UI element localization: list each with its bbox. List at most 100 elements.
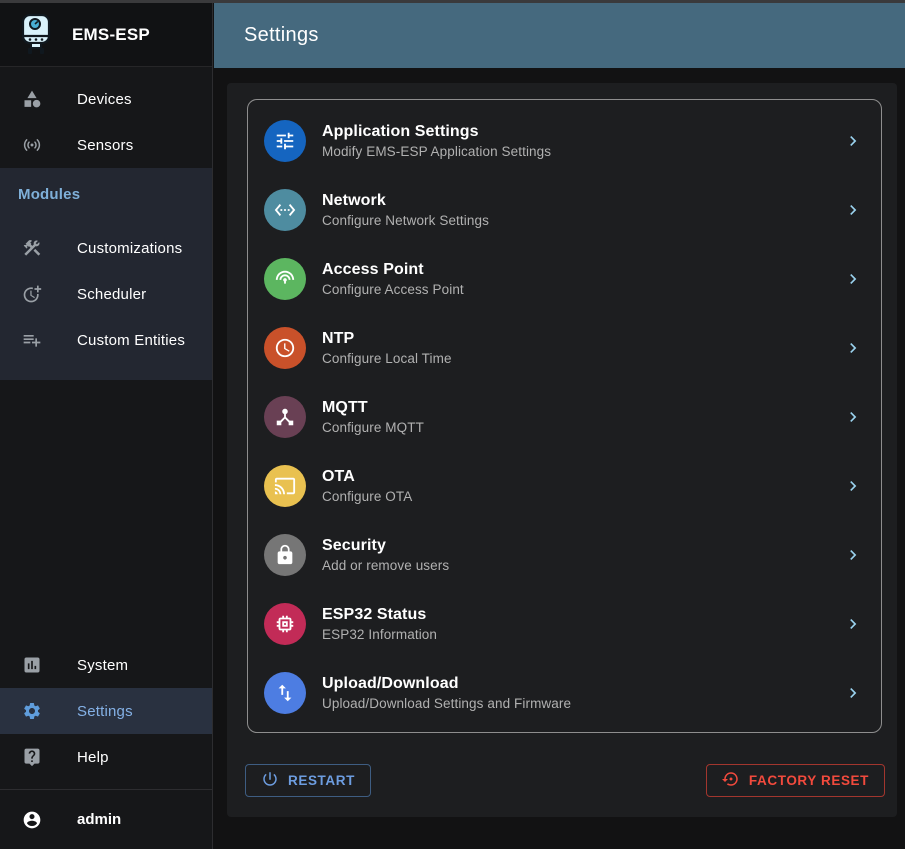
window-top-strip [0,0,905,3]
sidebar-item-label: Devices [77,91,132,108]
sidebar-user[interactable]: admin [0,790,212,849]
sidebar-item-settings[interactable]: Settings [0,688,212,734]
settings-item-ota[interactable]: OTA Configure OTA [248,451,881,520]
wifi-tethering-icon [274,268,296,290]
settings-item-subtitle: Configure MQTT [322,420,843,435]
sidebar-item-customizations[interactable]: Customizations [0,225,212,271]
settings-item-subtitle: Upload/Download Settings and Firmware [322,696,843,711]
sidebar-header: EMS-ESP [0,3,212,67]
settings-item-title: MQTT [322,399,843,417]
account-circle-icon [22,810,42,830]
settings-item-avatar [264,672,306,714]
category-icon [22,89,42,109]
factory-reset-button[interactable]: FACTORY RESET [706,764,885,797]
settings-item-subtitle: Configure Local Time [322,351,843,366]
settings-item-subtitle: Add or remove users [322,558,843,573]
settings-item-access-point[interactable]: Access Point Configure Access Point [248,244,881,313]
settings-item-avatar [264,603,306,645]
chevron-right-icon [843,269,863,289]
chevron-right-icon [843,407,863,427]
settings-item-avatar [264,189,306,231]
settings-item-avatar [264,396,306,438]
settings-item-application-settings[interactable]: Application Settings Modify EMS-ESP Appli… [248,106,881,175]
sidebar-item-label: Custom Entities [77,332,185,349]
sidebar-item-sensors[interactable]: Sensors [0,122,212,168]
settings-panel: Application Settings Modify EMS-ESP Appli… [227,83,897,817]
chevron-right-icon [843,683,863,703]
sidebar-nav-top: Devices Sensors [0,67,212,168]
gear-icon [22,701,42,721]
settings-item-ntp[interactable]: NTP Configure Local Time [248,313,881,382]
settings-item-title: Network [322,192,843,210]
settings-item-title: Access Point [322,261,843,279]
clock-icon [274,337,296,359]
more-time-icon [22,284,42,304]
settings-item-network[interactable]: Network Configure Network Settings [248,175,881,244]
settings-item-subtitle: Configure Network Settings [322,213,843,228]
settings-item-title: OTA [322,468,843,486]
chevron-right-icon [843,545,863,565]
sidebar-item-label: Help [77,749,109,766]
restart-button[interactable]: RESTART [245,764,371,797]
help-bubble-icon [22,747,42,767]
user-label: admin [77,811,121,828]
sensors-icon [22,135,42,155]
actions-row: RESTART FACTORY RESET [245,764,885,797]
sidebar-item-label: Scheduler [77,286,146,303]
bar-chart-icon [22,655,42,675]
cast-icon [274,475,296,497]
sidebar-item-scheduler[interactable]: Scheduler [0,271,212,317]
sidebar-item-label: System [77,657,128,674]
sidebar-item-devices[interactable]: Devices [0,76,212,122]
construction-icon [22,238,42,258]
sidebar-nav-bottom: System Settings Help admin [0,642,212,849]
settings-item-title: ESP32 Status [322,606,843,624]
chevron-right-icon [843,338,863,358]
settings-item-esp32-status[interactable]: ESP32 Status ESP32 Information [248,589,881,658]
chevron-right-icon [843,476,863,496]
chip-icon [274,613,296,635]
chevron-right-icon [843,614,863,634]
sidebar-item-label: Sensors [77,137,133,154]
settings-item-avatar [264,465,306,507]
sidebar-item-custom-entities[interactable]: Custom Entities [0,317,212,363]
sidebar-item-label: Settings [77,703,133,720]
chevron-right-icon [843,200,863,220]
tune-icon [274,130,296,152]
settings-item-title: Upload/Download [322,675,843,693]
settings-item-avatar [264,258,306,300]
settings-item-subtitle: Configure OTA [322,489,843,504]
settings-item-security[interactable]: Security Add or remove users [248,520,881,589]
page-title: Settings [244,24,319,47]
restart-button-label: RESTART [288,773,355,788]
settings-item-subtitle: Configure Access Point [322,282,843,297]
ems-esp-logo-icon [16,12,56,58]
settings-item-title: NTP [322,330,843,348]
factory-reset-button-label: FACTORY RESET [749,773,869,788]
power-icon [261,770,279,788]
settings-item-title: Security [322,537,843,555]
sidebar-modules-section: Modules Customizations Scheduler Custom En… [0,168,212,380]
app-title: EMS-ESP [72,25,150,45]
settings-item-subtitle: Modify EMS-ESP Application Settings [322,144,843,159]
appbar: Settings [214,3,905,68]
settings-item-subtitle: ESP32 Information [322,627,843,642]
settings-item-avatar [264,120,306,162]
sidebar: EMS-ESP Devices Sensors Modules Customiza… [0,3,213,849]
settings-item-upload-download[interactable]: Upload/Download Upload/Download Settings … [248,658,881,727]
settings-item-title: Application Settings [322,123,843,141]
lock-icon [274,544,296,566]
modules-section-label: Modules [0,168,212,225]
sidebar-item-system[interactable]: System [0,642,212,688]
chevron-right-icon [843,131,863,151]
settings-ethernet-icon [274,199,296,221]
sidebar-item-label: Customizations [77,240,182,257]
sidebar-item-help[interactable]: Help [0,734,212,780]
restore-icon [722,770,740,788]
import-export-icon [274,682,296,704]
settings-item-mqtt[interactable]: MQTT Configure MQTT [248,382,881,451]
playlist-add-icon [22,330,42,350]
device-hub-icon [274,406,296,428]
settings-item-avatar [264,534,306,576]
settings-card: Application Settings Modify EMS-ESP Appli… [247,99,882,733]
